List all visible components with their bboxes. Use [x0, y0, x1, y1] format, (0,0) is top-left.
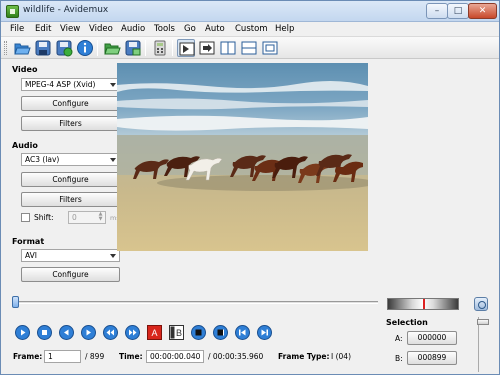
- toolbar-separator: [145, 40, 146, 56]
- audio-shift-checkbox[interactable]: [21, 213, 30, 222]
- frame-type-value: I (04): [331, 352, 351, 361]
- selection-a-label: A:: [395, 334, 403, 343]
- toolbar-grip: [4, 41, 7, 55]
- menu-go[interactable]: Go: [184, 24, 196, 34]
- next-keyframe-icon[interactable]: [125, 325, 140, 340]
- menu-view[interactable]: View: [60, 24, 80, 34]
- next-frame-icon[interactable]: [81, 325, 96, 340]
- selection-b-label: B:: [395, 354, 403, 363]
- video-section-label: Video: [12, 65, 38, 74]
- menu-edit[interactable]: Edit: [35, 24, 51, 34]
- close-button[interactable]: ✕: [468, 3, 497, 19]
- audio-shift-value: 0: [72, 213, 77, 222]
- timeline-thumb[interactable]: [12, 296, 19, 308]
- audio-section-label: Audio: [12, 141, 38, 150]
- menu-file[interactable]: File: [10, 24, 24, 34]
- audio-configure-button[interactable]: Configure: [21, 172, 120, 187]
- selection-b-button[interactable]: 000899: [407, 351, 457, 365]
- next-black-frame-icon[interactable]: [213, 325, 228, 340]
- preview-icon[interactable]: [261, 39, 279, 57]
- info-icon[interactable]: [76, 39, 94, 57]
- play-icon[interactable]: [15, 325, 30, 340]
- settings-panel: Video MPEG-4 ASP (Xvid) Configure Filter…: [9, 61, 120, 291]
- format-section-label: Format: [12, 237, 45, 246]
- volume-slider[interactable]: [477, 317, 489, 372]
- jog-shuttle[interactable]: [387, 298, 459, 310]
- audio-shift-input[interactable]: 0 ▲ ▼: [68, 211, 106, 224]
- output-view-icon[interactable]: [198, 39, 216, 57]
- audio-shift-row: Shift: 0 ▲ ▼ ms: [21, 211, 121, 225]
- maximize-button[interactable]: □: [447, 3, 469, 19]
- time-total: / 00:00:35.960: [208, 352, 264, 361]
- video-codec-value: MPEG-4 ASP (Xvid): [25, 80, 96, 89]
- set-marker-b-icon[interactable]: B: [169, 325, 184, 340]
- video-filters-button[interactable]: Filters: [21, 116, 120, 131]
- save-project-icon[interactable]: [55, 39, 73, 57]
- title-bar: wildlife - Avidemux – □ ✕: [1, 1, 499, 22]
- frame-input[interactable]: 1: [44, 350, 81, 363]
- menu-video[interactable]: Video: [89, 24, 113, 34]
- toolbar-separator: [172, 40, 173, 56]
- video-preview: [117, 63, 368, 251]
- chevron-down-icon: [110, 254, 116, 258]
- volume-slider-thumb[interactable]: [477, 319, 489, 325]
- toolbar-separator: [97, 40, 98, 56]
- frame-label: Frame:: [13, 352, 43, 361]
- stop-icon[interactable]: [37, 325, 52, 340]
- set-marker-a-icon[interactable]: A: [147, 325, 162, 340]
- format-configure-button[interactable]: Configure: [21, 267, 120, 282]
- navigation-toolbar: A B: [15, 325, 275, 341]
- audio-codec-select[interactable]: AC3 (lav): [21, 153, 120, 166]
- container-format-select[interactable]: AVI: [21, 249, 120, 262]
- time-input[interactable]: 00:00:00.040: [146, 350, 204, 363]
- input-view-icon[interactable]: [177, 39, 195, 57]
- side-by-side-icon[interactable]: [219, 39, 237, 57]
- svg-text:A: A: [151, 328, 157, 338]
- window-title: wildlife - Avidemux: [23, 5, 109, 15]
- app-window: wildlife - Avidemux – □ ✕ File Edit View…: [0, 0, 500, 375]
- previous-keyframe-icon[interactable]: [103, 325, 118, 340]
- audio-codec-value: AC3 (lav): [25, 155, 60, 164]
- selection-a-button[interactable]: 000000: [407, 331, 457, 345]
- audio-filters-button[interactable]: Filters: [21, 192, 120, 207]
- menu-help[interactable]: Help: [275, 24, 294, 34]
- volume-icon[interactable]: [474, 297, 488, 311]
- menu-custom[interactable]: Custom: [235, 24, 268, 34]
- calculator-icon[interactable]: [151, 39, 169, 57]
- avidemux-app-icon: [6, 5, 19, 18]
- go-to-end-icon[interactable]: [257, 325, 272, 340]
- save-icon[interactable]: [34, 39, 52, 57]
- chevron-down-icon: [110, 83, 116, 87]
- video-codec-select[interactable]: MPEG-4 ASP (Xvid): [21, 78, 120, 91]
- previous-black-frame-icon[interactable]: [191, 325, 206, 340]
- video-frame-image: [117, 63, 368, 251]
- jog-position-marker: [423, 299, 425, 309]
- audio-shift-label: Shift:: [34, 213, 54, 222]
- menu-audio[interactable]: Audio: [121, 24, 145, 34]
- open-icon[interactable]: [13, 39, 31, 57]
- container-format-value: AVI: [25, 251, 37, 260]
- chevron-down-icon: [110, 158, 116, 162]
- menu-bar: File Edit View Video Audio Tools Go Auto…: [1, 22, 499, 37]
- svg-text:B: B: [176, 328, 182, 338]
- frame-type-label: Frame Type:: [278, 352, 330, 361]
- timeline-track[interactable]: [12, 301, 378, 304]
- save-image-icon[interactable]: [124, 39, 142, 57]
- video-configure-button[interactable]: Configure: [21, 96, 120, 111]
- menu-tools[interactable]: Tools: [154, 24, 175, 34]
- frame-total: / 899: [85, 352, 105, 361]
- go-to-start-icon[interactable]: [235, 325, 250, 340]
- menu-auto[interactable]: Auto: [205, 24, 225, 34]
- minimize-button[interactable]: –: [426, 3, 448, 19]
- selection-title: Selection: [386, 318, 428, 327]
- time-label: Time:: [119, 352, 143, 361]
- toolbar: [1, 37, 499, 59]
- open-image-icon[interactable]: [103, 39, 121, 57]
- top-bottom-icon[interactable]: [240, 39, 258, 57]
- previous-frame-icon[interactable]: [59, 325, 74, 340]
- spin-down-icon[interactable]: ▼: [97, 217, 104, 222]
